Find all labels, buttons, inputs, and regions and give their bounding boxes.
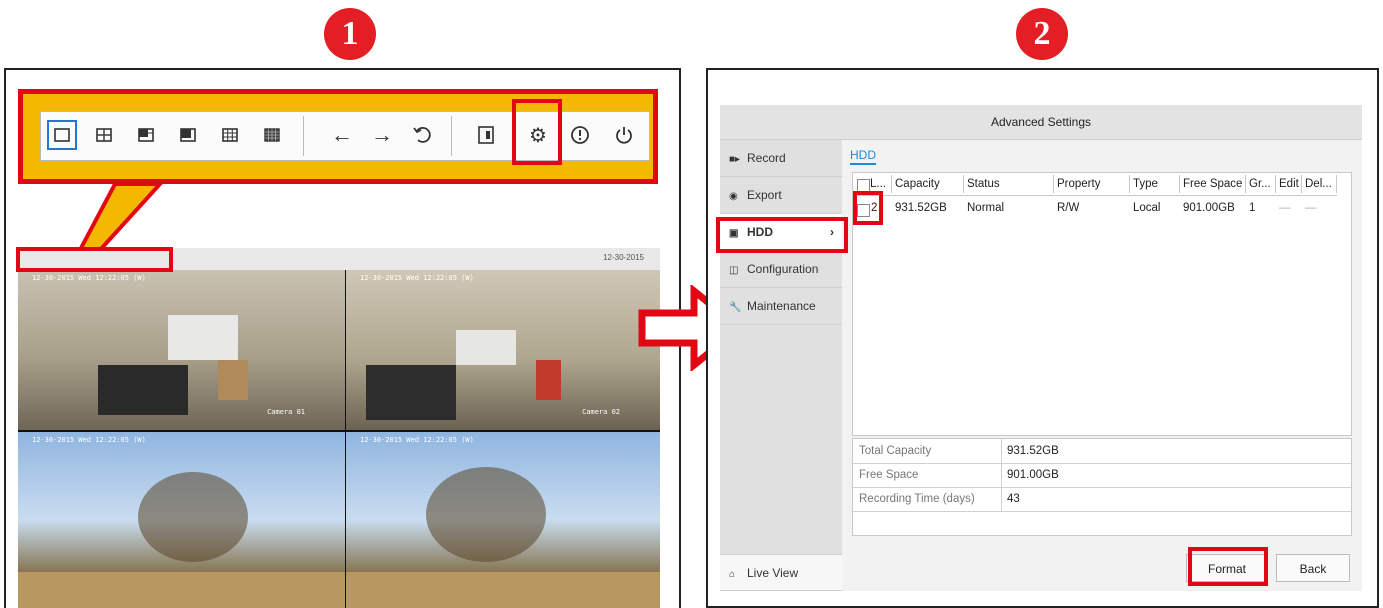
camera-timestamp: 12-30-2015 Wed 12:22:05 (W) xyxy=(32,436,146,444)
nine-view-icon[interactable] xyxy=(215,120,245,150)
tab-hdd[interactable]: HDD xyxy=(850,148,876,165)
row-status: Normal xyxy=(967,202,1005,214)
summary-row: Recording Time (days) 43 xyxy=(853,487,1351,512)
camera-view-1: 12-30-2015 Wed 12:22:05 (W) Camera 01 xyxy=(18,270,345,430)
hdd-table: L... Capacity Status Property Type Free … xyxy=(852,172,1352,436)
alarm-status-icon[interactable] xyxy=(565,120,595,150)
six-view-icon[interactable] xyxy=(131,120,161,150)
monitor-toolbar-highlight-box xyxy=(16,247,173,272)
hdd-content: HDD L... Capacity Status Property Type F… xyxy=(848,140,1362,591)
toolbar-separator xyxy=(451,116,452,156)
camera-label: Camera 01 xyxy=(267,408,305,416)
column-header[interactable]: Type xyxy=(1129,175,1179,193)
row-capacity: 931.52GB xyxy=(895,202,947,214)
live-view-label: Live View xyxy=(747,566,799,580)
pip-icon[interactable] xyxy=(471,120,501,150)
sidebar-item-label: Record xyxy=(747,151,786,165)
column-header[interactable]: Capacity xyxy=(891,175,963,193)
row-edit[interactable]: — xyxy=(1279,202,1291,214)
sidebar-item-maintenance[interactable]: 🔧 Maintenance xyxy=(720,288,842,325)
camera-label: Camera 02 xyxy=(582,408,620,416)
format-button-highlight-box xyxy=(1188,547,1268,586)
sidebar-item-configuration[interactable]: ◫ Configuration xyxy=(720,251,842,288)
column-header[interactable]: Property xyxy=(1053,175,1129,193)
camera-timestamp: 12-30-2015 Wed 12:22:05 (W) xyxy=(360,436,474,444)
record-icon: ■▸ xyxy=(729,154,741,165)
summary-value: 931.52GB xyxy=(1007,445,1059,457)
quad-view-icon[interactable] xyxy=(89,120,119,150)
column-header[interactable]: Del... xyxy=(1301,175,1337,193)
toolbar-separator xyxy=(303,116,304,156)
home-icon: ⌂ xyxy=(729,569,736,580)
camera-view-3: 12-30-2015 Wed 12:22:05 (W) xyxy=(18,432,345,608)
configuration-icon: ◫ xyxy=(729,265,739,276)
summary-key: Total Capacity xyxy=(859,445,932,457)
summary-key: Free Space xyxy=(859,469,919,481)
power-icon[interactable] xyxy=(609,120,639,150)
column-header[interactable]: Edit xyxy=(1275,175,1301,193)
sidebar-item-label: Maintenance xyxy=(747,299,816,313)
summary-row: Total Capacity 931.52GB xyxy=(853,439,1351,464)
next-screen-icon[interactable]: → xyxy=(367,120,397,150)
row-delete[interactable]: — xyxy=(1305,202,1317,214)
step-2-badge: 2 xyxy=(1016,8,1068,60)
camera-timestamp: 12-30-2015 Wed 12:22:05 (W) xyxy=(360,274,474,282)
sidebar-item-label: Export xyxy=(747,188,782,202)
monitor-date: 12-30-2015 xyxy=(603,253,644,262)
back-button[interactable]: Back xyxy=(1276,554,1350,582)
start-auto-switch-icon[interactable] xyxy=(407,120,437,150)
camera-timestamp: 12-30-2015 Wed 12:22:05 (W) xyxy=(32,274,146,282)
summary-value: 901.00GB xyxy=(1007,469,1059,481)
sidebar-item-export[interactable]: ◉ Export xyxy=(720,177,842,214)
dialog-title: Advanced Settings xyxy=(720,105,1362,140)
sidebar-item-label: Configuration xyxy=(747,262,819,276)
hdd-summary: Total Capacity 931.52GB Free Space 901.00G… xyxy=(852,438,1352,536)
settings-highlight-box xyxy=(512,99,562,165)
summary-row: Free Space 901.00GB xyxy=(853,463,1351,488)
column-header[interactable]: Free Space xyxy=(1179,175,1245,193)
live-view-button[interactable]: ⌂ Live View xyxy=(720,554,842,591)
maintenance-icon: 🔧 xyxy=(729,302,742,313)
row-property: R/W xyxy=(1057,202,1080,214)
row-type: Local xyxy=(1133,202,1161,214)
row-free-space: 901.00GB xyxy=(1183,202,1235,214)
sixteen-view-icon[interactable] xyxy=(257,120,287,150)
column-header[interactable]: Status xyxy=(963,175,1053,193)
single-view-icon[interactable] xyxy=(47,120,77,150)
settings-sidebar: ■▸ Record ◉ Export ▣ HDD › ◫ Configuration 🔧 M… xyxy=(720,140,842,591)
hdd-menu-highlight-box xyxy=(716,217,848,253)
hdd-checkbox-highlight-box xyxy=(853,191,883,225)
previous-screen-icon[interactable]: ← xyxy=(327,120,357,150)
advanced-settings-dialog: Advanced Settings ■▸ Record ◉ Export ▣ HDD ›… xyxy=(720,105,1362,591)
sidebar-item-record[interactable]: ■▸ Record xyxy=(720,140,842,177)
column-header[interactable]: Gr... xyxy=(1245,175,1275,193)
camera-view-2: 12-30-2015 Wed 12:22:05 (W) Camera 02 xyxy=(346,270,660,430)
export-icon: ◉ xyxy=(729,191,738,202)
summary-key: Recording Time (days) xyxy=(859,493,975,505)
row-group: 1 xyxy=(1249,202,1256,214)
eight-view-icon[interactable] xyxy=(173,120,203,150)
monitor-photo: 12-30-2015 12-30-2015 Wed 12:22:05 (W) C… xyxy=(18,248,660,608)
camera-view-4: 12-30-2015 Wed 12:22:05 (W) xyxy=(346,432,660,608)
summary-value: 43 xyxy=(1007,493,1020,505)
